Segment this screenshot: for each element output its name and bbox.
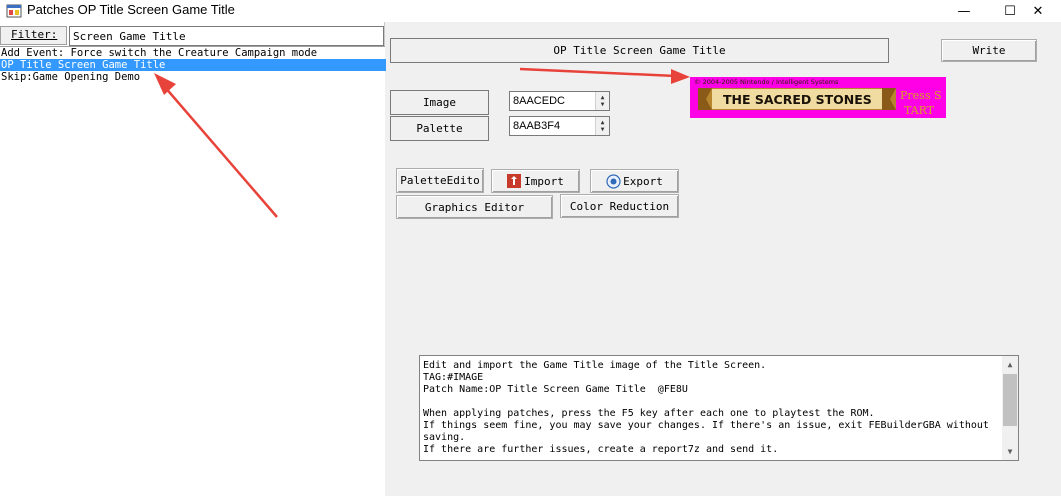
- description-textbox[interactable]: Edit and import the Game Title image of …: [419, 355, 1019, 461]
- spin-down-icon[interactable]: ▼: [601, 101, 605, 108]
- image-button[interactable]: Image: [390, 90, 489, 115]
- import-icon: [507, 174, 522, 188]
- description-line: When applying patches, press the F5 key …: [423, 408, 875, 419]
- import-button[interactable]: Import: [491, 169, 580, 193]
- description-line: TAG:#IMAGE: [423, 372, 484, 383]
- graphics-editor-button[interactable]: Graphics Editor: [396, 195, 553, 219]
- image-address-spinner[interactable]: ▲ ▼: [595, 92, 609, 110]
- spin-up-icon[interactable]: ▲: [601, 119, 605, 126]
- preview-banner-text: THE SACRED STONES: [723, 92, 872, 107]
- list-item[interactable]: Add Event: Force switch the Creature Cam…: [0, 47, 386, 59]
- filter-input[interactable]: [69, 26, 384, 46]
- write-button[interactable]: Write: [941, 39, 1037, 62]
- preview-copyright-text: © 2004-2005 Nintendo / Intelligent Syste…: [694, 78, 839, 86]
- export-label: Export: [623, 174, 663, 188]
- patch-title-box: OP Title Screen Game Title: [390, 38, 889, 63]
- description-line: If there are further issues, create a re…: [423, 444, 779, 455]
- filter-label: Filter:: [11, 28, 58, 41]
- spin-up-icon[interactable]: ▲: [601, 94, 605, 101]
- palette-editor-button[interactable]: PaletteEdito: [396, 168, 484, 193]
- patch-list[interactable]: Add Event: Force switch the Creature Cam…: [0, 46, 386, 496]
- description-line: saving.: [423, 432, 466, 443]
- minimize-button[interactable]: —: [941, 0, 987, 22]
- app-window-icon: [6, 3, 22, 19]
- scroll-up-icon[interactable]: ▲: [1002, 356, 1018, 372]
- preview-press-start-line2: TART: [904, 104, 935, 117]
- scroll-down-icon[interactable]: ▼: [1002, 443, 1018, 459]
- close-button[interactable]: ✕: [1015, 0, 1061, 22]
- color-reduction-button[interactable]: Color Reduction: [560, 194, 679, 218]
- description-line: If things seem fine, you may save your c…: [423, 420, 989, 431]
- description-line: Patch Name:OP Title Screen Game Title @F…: [423, 384, 688, 395]
- import-label: Import: [524, 174, 564, 188]
- palette-button[interactable]: Palette: [390, 116, 489, 141]
- export-icon: [606, 173, 621, 189]
- description-line: Edit and import the Game Title image of …: [423, 360, 767, 371]
- list-item-selected[interactable]: OP Title Screen Game Title: [0, 59, 386, 71]
- list-item[interactable]: Skip:Game Opening Demo: [0, 71, 386, 83]
- export-button[interactable]: Export: [590, 169, 679, 193]
- spin-down-icon[interactable]: ▼: [601, 126, 605, 133]
- window-title: Patches OP Title Screen Game Title: [27, 2, 235, 17]
- scrollbar-thumb[interactable]: [1003, 374, 1017, 426]
- palette-address-spinner[interactable]: ▲ ▼: [595, 117, 609, 135]
- preview-press-start-line1: Press S: [900, 89, 942, 102]
- title-image-preview: © 2004-2005 Nintendo / Intelligent Syste…: [690, 77, 946, 118]
